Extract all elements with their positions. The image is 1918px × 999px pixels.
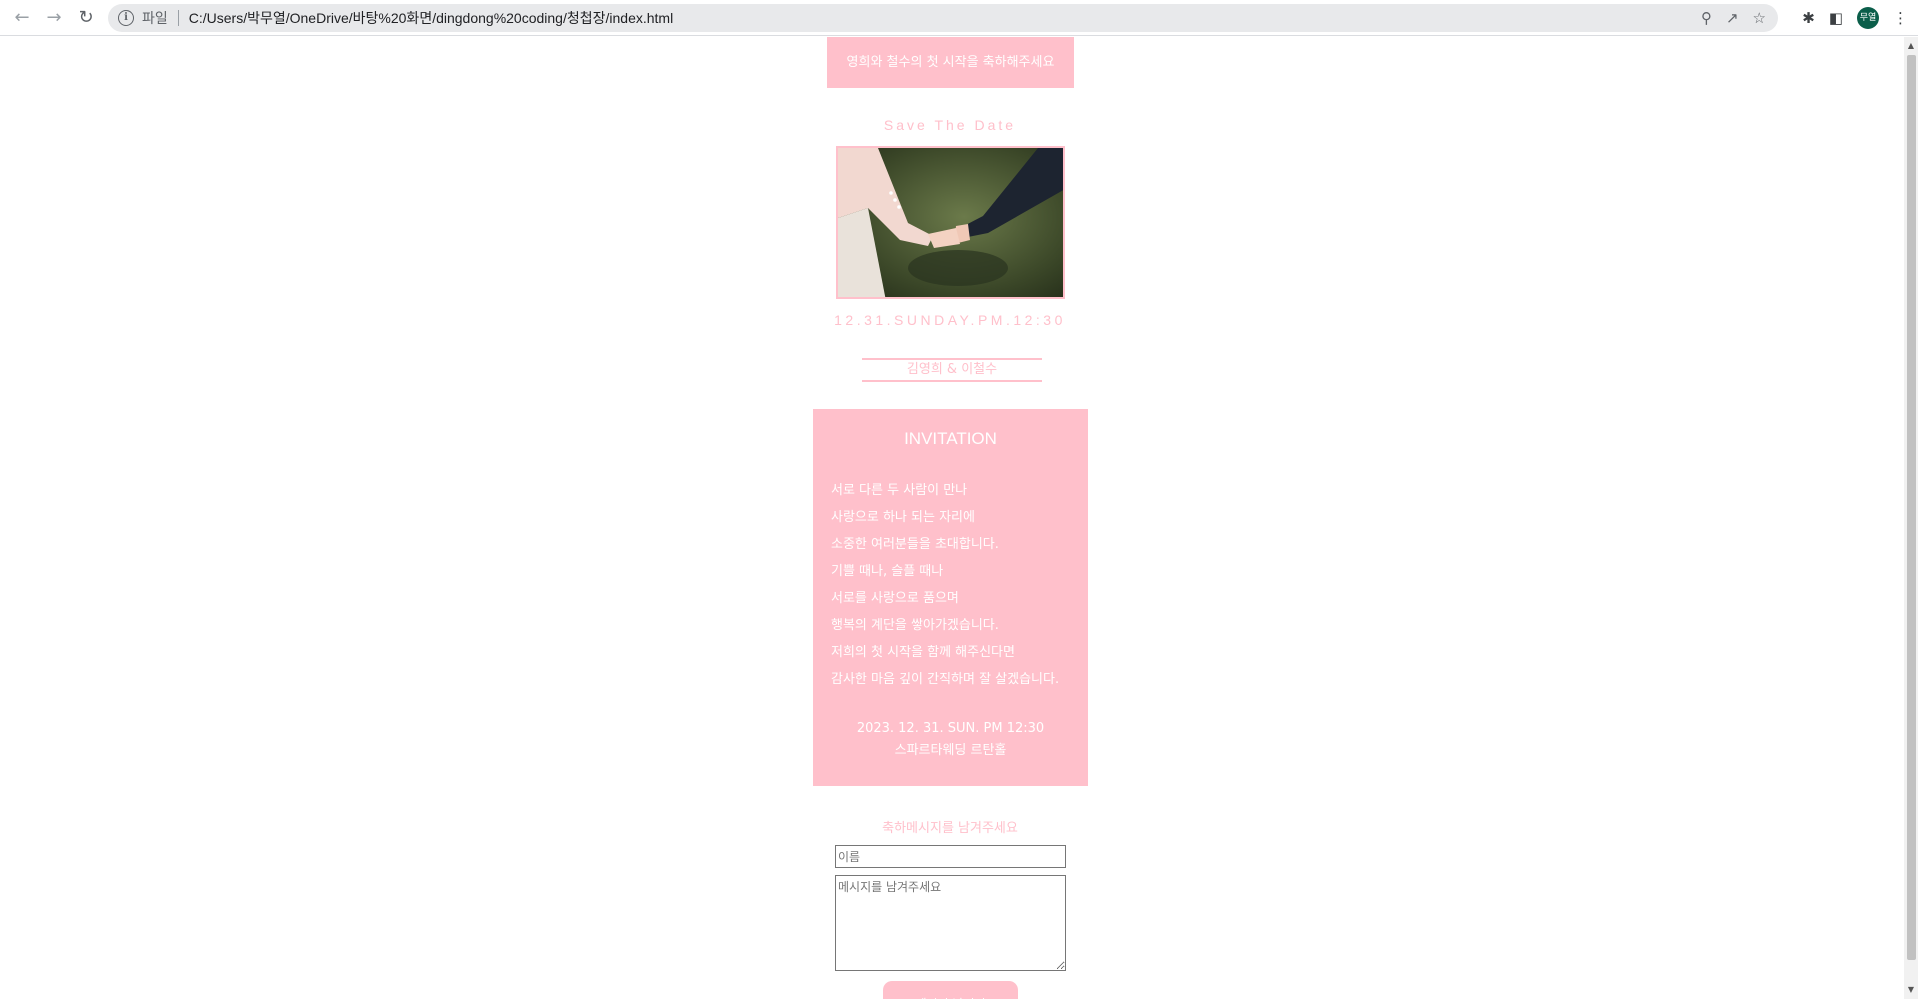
event-details: 2023. 12. 31. SUN. PM 12:30 스파르타웨딩 르탄홀 bbox=[813, 718, 1088, 762]
reload-icon[interactable]: ↻ bbox=[70, 0, 102, 36]
scrollbar-thumb[interactable] bbox=[1907, 55, 1916, 960]
invitation-line: 서로를 사랑으로 품으며 bbox=[831, 591, 959, 606]
save-the-date-heading: Save The Date bbox=[883, 117, 1017, 133]
name-input[interactable] bbox=[835, 845, 1066, 868]
side-panel-icon[interactable]: ◧ bbox=[1829, 9, 1843, 27]
browser-tools: ✱ ◧ 무열 ⋮ bbox=[1802, 0, 1908, 36]
submit-message-button[interactable]: 메시지 남기기 bbox=[883, 981, 1018, 999]
address-divider bbox=[177, 10, 179, 26]
bookmark-star-icon[interactable]: ☆ bbox=[1753, 9, 1766, 27]
url-text[interactable]: C:/Users/박무열/OneDrive/바탕%20화면/dingdong%2… bbox=[189, 8, 673, 28]
address-bar[interactable]: i 파일 C:/Users/박무열/OneDrive/바탕%20화면/dingd… bbox=[108, 4, 1778, 32]
invitation-line: 행복의 계단을 쌓아가겠습니다. bbox=[831, 618, 999, 633]
page-viewport: 영희와 철수의 첫 시작을 축하해주세요 Save The Date 12.31… bbox=[0, 37, 1904, 999]
zoom-icon[interactable]: ⚲ bbox=[1701, 9, 1712, 27]
message-section-title: 축하메시지를 남겨주세요 bbox=[882, 821, 1018, 836]
event-datetime: 2023. 12. 31. SUN. PM 12:30 bbox=[856, 721, 1045, 736]
invitation-text: 서로 다른 두 사람이 만나 사랑으로 하나 되는 자리에 소중한 여러분들을 … bbox=[813, 477, 1088, 693]
site-info-icon[interactable]: i bbox=[118, 10, 134, 26]
address-actions: ⚲ ↗ ☆ bbox=[1701, 4, 1766, 32]
event-venue: 스파르타웨딩 르탄홀 bbox=[894, 743, 1007, 758]
invitation-line: 소중한 여러분들을 초대합니다. bbox=[831, 537, 999, 552]
share-icon[interactable]: ↗ bbox=[1726, 9, 1739, 27]
invitation-line: 서로 다른 두 사람이 만나 bbox=[831, 483, 968, 498]
avatar[interactable]: 무열 bbox=[1857, 7, 1879, 29]
back-icon[interactable]: ← bbox=[6, 0, 38, 36]
invitation-line: 감사한 마음 깊이 간직하며 잘 살겠습니다. bbox=[831, 672, 1060, 687]
invitation-title: INVITATION bbox=[904, 429, 997, 448]
invitation-card: INVITATION 서로 다른 두 사람이 만나 사랑으로 하나 되는 자리에… bbox=[813, 409, 1088, 786]
scroll-up-arrow-icon[interactable]: ▲ bbox=[1904, 39, 1918, 53]
couple-hands-photo-art bbox=[838, 148, 1063, 297]
forward-icon[interactable]: → bbox=[38, 0, 70, 36]
message-textarea[interactable] bbox=[835, 875, 1066, 971]
extensions-icon[interactable]: ✱ bbox=[1802, 9, 1815, 27]
scheme-label: 파일 bbox=[142, 11, 168, 27]
browser-toolbar: ← → ↻ i 파일 C:/Users/박무열/OneDrive/바탕%20화면… bbox=[0, 0, 1918, 36]
banner: 영희와 철수의 첫 시작을 축하해주세요 bbox=[827, 37, 1074, 88]
wedding-date: 12.31.SUNDAY.PM.12:30 bbox=[834, 312, 1066, 328]
couple-names: 김영희 & 이철수 bbox=[862, 358, 1042, 382]
page-scrollbar[interactable]: ▲ ▼ bbox=[1904, 37, 1918, 999]
couple-hands-photo bbox=[836, 146, 1065, 299]
menu-icon[interactable]: ⋮ bbox=[1893, 9, 1908, 27]
invitation-line: 사랑으로 하나 되는 자리에 bbox=[831, 510, 975, 525]
invitation-line: 저희의 첫 시작을 함께 해주신다면 bbox=[831, 645, 1015, 660]
invitation-line: 기쁠 때나, 슬플 때나 bbox=[831, 564, 944, 579]
scroll-down-arrow-icon[interactable]: ▼ bbox=[1904, 983, 1918, 997]
